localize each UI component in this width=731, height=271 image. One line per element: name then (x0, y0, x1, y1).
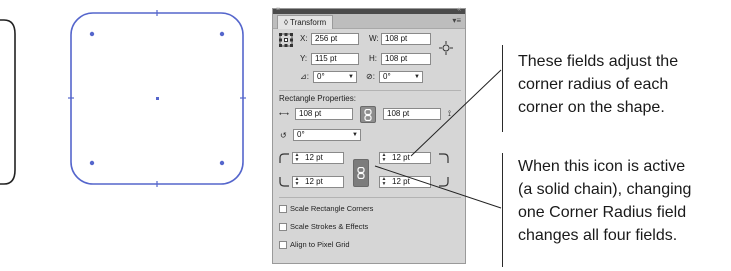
rotate-value: 0° (317, 72, 325, 81)
corner-radius-top-left-field[interactable]: ▲ ▼ 12 pt (292, 152, 344, 164)
h-label: H: (369, 54, 377, 63)
corner-bottom-right-value: 12 pt (392, 177, 410, 186)
reference-point-icon[interactable] (279, 33, 293, 47)
corner-top-left-icon (279, 153, 289, 163)
x-field[interactable]: 256 pt (311, 33, 359, 45)
chevron-down-icon: ▼ (348, 74, 354, 80)
shear-dropdown[interactable]: 0° ▼ (379, 71, 423, 83)
rect-height-field[interactable]: 108 pt (383, 108, 441, 120)
corner-top-right-value: 12 pt (392, 153, 410, 162)
center-point (156, 97, 159, 100)
corner-widget[interactable] (89, 160, 95, 166)
w-label: W: (369, 34, 379, 43)
link-width-height-icon[interactable] (360, 106, 376, 123)
panel-tab-bar: ◊ Transform ▾≡ (273, 14, 465, 29)
shear-icon: ⊘: (366, 72, 375, 81)
partial-rounded-rect[interactable] (0, 19, 16, 185)
callout-bracket-top (502, 45, 503, 132)
corner-radius-top-right-field[interactable]: ▲ ▼ 12 pt (379, 152, 431, 164)
rect-rotate-dropdown[interactable]: 0° ▼ (293, 129, 361, 141)
rect-width-field[interactable]: 108 pt (295, 108, 353, 120)
y-field[interactable]: 115 pt (311, 53, 359, 65)
callout-chain-icon: When this icon is active (a solid chain)… (518, 155, 691, 247)
h-field[interactable]: 108 pt (381, 53, 431, 65)
corner-top-left-value: 12 pt (305, 153, 323, 162)
callout-line: corner on the shape. (518, 99, 665, 116)
panel-menu-icon[interactable]: ▾≡ (452, 16, 461, 26)
callout-line: (a solid chain), changing (518, 181, 692, 198)
stepper-icon[interactable]: ▲ ▼ (293, 153, 301, 163)
rotate-icon: ⊿: (300, 72, 309, 81)
rectangle-properties-label: Rectangle Properties: (279, 94, 356, 103)
link-corner-radius-icon[interactable] (353, 159, 369, 187)
shear-value: 0° (383, 72, 391, 81)
separator (279, 90, 461, 91)
artboard-canvas[interactable] (0, 0, 260, 271)
callout-bracket-bottom (502, 153, 503, 267)
y-label: Y: (300, 54, 308, 63)
collapse-icon[interactable]: « (457, 6, 461, 14)
transform-panel: × « ◊ Transform ▾≡ X: 256 pt W: 108 pt Y… (272, 6, 466, 264)
rect-width-icon: ⟷ (279, 111, 290, 118)
separator (279, 197, 461, 198)
close-icon[interactable]: × (276, 6, 280, 14)
corner-top-right-icon (439, 153, 449, 163)
scale-strokes-effects-label: Scale Strokes & Effects (290, 222, 369, 231)
corner-radius-bottom-left-field[interactable]: ▲ ▼ 12 pt (292, 176, 344, 188)
w-field[interactable]: 108 pt (381, 33, 431, 45)
rect-rotate-value: 0° (297, 130, 305, 139)
callout-line: When this icon is active (518, 158, 686, 175)
callout-line: corner radius of each (518, 76, 669, 93)
corner-radius-bottom-right-field[interactable]: ▲ ▼ 12 pt (379, 176, 431, 188)
corner-bottom-left-value: 12 pt (305, 177, 323, 186)
tab-transform[interactable]: ◊ Transform (277, 15, 334, 29)
corner-widget[interactable] (219, 31, 225, 37)
stepper-icon[interactable]: ▲ ▼ (380, 153, 388, 163)
scale-rectangle-corners-checkbox[interactable] (279, 205, 287, 213)
callout-corner-radius-fields: These fields adjust the corner radius of… (518, 50, 678, 119)
rect-height-icon: ⟟ (448, 109, 451, 118)
chevron-down-icon: ▼ (352, 132, 358, 138)
rect-rotate-icon: ↺ (280, 131, 287, 140)
callout-line: These fields adjust the (518, 53, 679, 70)
corner-bottom-right-icon (439, 177, 449, 187)
stepper-icon[interactable]: ▲ ▼ (293, 177, 301, 187)
constrain-proportions-icon[interactable] (439, 41, 453, 55)
stepper-icon[interactable]: ▲ ▼ (380, 177, 388, 187)
corner-bottom-left-icon (279, 177, 289, 187)
callout-line: changes all four fields. (518, 227, 678, 244)
chevron-down-icon: ▼ (414, 74, 420, 80)
scale-strokes-effects-checkbox[interactable] (279, 223, 287, 231)
callout-line: one Corner Radius field (518, 204, 687, 221)
corner-widget[interactable] (219, 160, 225, 166)
x-label: X: (300, 34, 308, 43)
rotate-dropdown[interactable]: 0° ▼ (313, 71, 357, 83)
align-to-pixel-grid-label: Align to Pixel Grid (290, 240, 350, 249)
align-to-pixel-grid-checkbox[interactable] (279, 241, 287, 249)
scale-rectangle-corners-label: Scale Rectangle Corners (290, 204, 374, 213)
corner-widget[interactable] (89, 31, 95, 37)
